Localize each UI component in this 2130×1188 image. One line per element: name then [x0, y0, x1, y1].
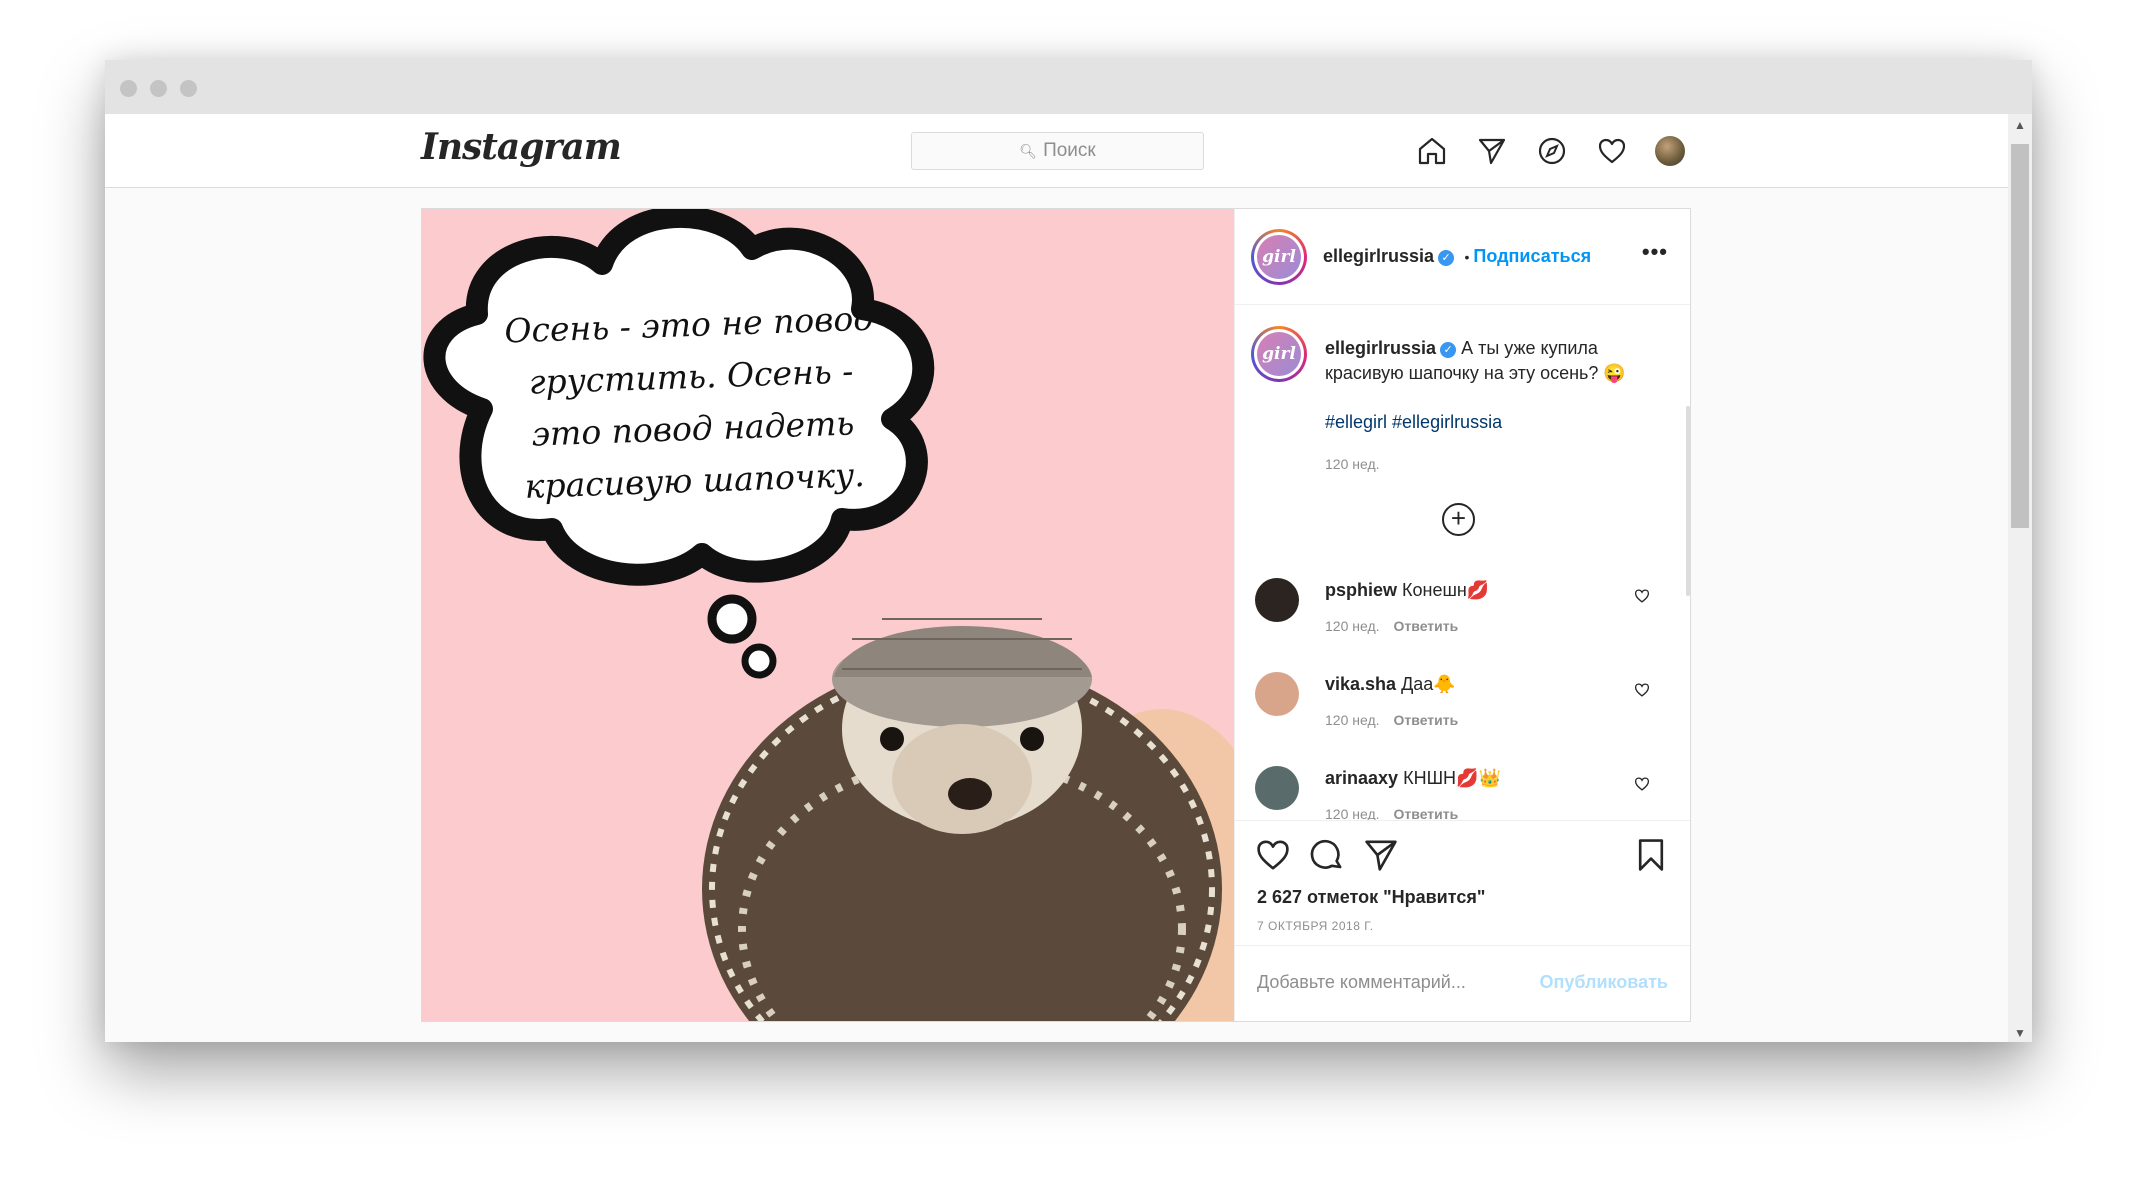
comment-like-icon[interactable] — [1634, 776, 1650, 792]
comment-username[interactable]: psphiew — [1325, 580, 1397, 600]
more-icon[interactable]: ••• — [1642, 239, 1668, 265]
scroll-down-icon[interactable]: ▼ — [2008, 1026, 2032, 1040]
explore-icon[interactable] — [1535, 134, 1569, 168]
comment-meta: 120 нед. Ответить — [1325, 712, 1458, 728]
author-username[interactable]: ellegirlrussia — [1323, 246, 1434, 266]
comment-time: 120 нед. — [1325, 712, 1380, 728]
caption-time: 120 нед. — [1325, 456, 1380, 472]
comments-scrollbar[interactable] — [1686, 406, 1690, 596]
top-nav: Instagram 🔍︎ Поиск — [105, 114, 2008, 188]
image-caption-text: Осень - это не повод грустить. Осень - э… — [503, 298, 875, 506]
nav-icons — [1415, 134, 1685, 168]
comment-meta: 120 нед. Ответить — [1325, 618, 1458, 634]
author-line: ellegirlrussia ✓ • Подписаться — [1323, 246, 1591, 267]
caption-avatar-logo: girl — [1257, 332, 1301, 376]
search-placeholder: Поиск — [1043, 140, 1096, 161]
share-icon[interactable] — [1363, 837, 1399, 873]
instagram-logo[interactable]: Instagram — [421, 126, 622, 168]
comment-text: КНШН💋👑 — [1403, 768, 1501, 788]
comment-text: Даа🐥 — [1401, 674, 1456, 694]
post-card: Осень - это не повод грустить. Осень - э… — [421, 208, 1691, 1022]
post-actions: 2 627 отметок "Нравится" 7 ОКТЯБРЯ 2018 … — [1235, 820, 1690, 945]
comment-text: Конешн💋 — [1402, 580, 1490, 600]
comment-item: psphiew Конешн💋 120 нед. Ответить — [1235, 578, 1690, 658]
add-comment-input[interactable]: Добавьте комментарий... — [1257, 972, 1466, 993]
comment-icon[interactable] — [1309, 837, 1345, 873]
caption-avatar[interactable]: girl — [1251, 326, 1307, 382]
comment-time: 120 нед. — [1325, 618, 1380, 634]
verified-icon: ✓ — [1440, 342, 1457, 358]
author-avatar[interactable]: girl — [1251, 229, 1307, 285]
comment-username[interactable]: arinaaxy — [1325, 768, 1398, 788]
post-sidebar: girl ellegirlrussia ✓ • Подписаться ••• gi… — [1234, 209, 1690, 1021]
post-author-header: girl ellegirlrussia ✓ • Подписаться ••• — [1235, 209, 1690, 305]
comment-body: vika.sha Даа🐥 — [1325, 674, 1456, 695]
comment-username[interactable]: vika.sha — [1325, 674, 1396, 694]
comment-like-icon[interactable] — [1634, 682, 1650, 698]
scrollbar-thumb[interactable] — [2011, 144, 2029, 528]
caption-username[interactable]: ellegirlrussia — [1325, 338, 1436, 358]
add-comment-bar: Добавьте комментарий... Опубликовать — [1235, 945, 1690, 1021]
heart-icon[interactable] — [1595, 134, 1629, 168]
search-input[interactable]: 🔍︎ Поиск — [911, 132, 1204, 170]
author-avatar-logo: girl — [1257, 235, 1301, 279]
like-icon[interactable] — [1255, 837, 1291, 873]
caption: ellegirlrussia ✓ А ты уже купила красивую… — [1325, 336, 1655, 386]
close-dot[interactable] — [120, 80, 137, 97]
caption-hashtags[interactable]: #ellegirl #ellegirlrussia — [1325, 412, 1502, 433]
comment-item: arinaaxy КНШН💋👑 120 нед. Ответить — [1235, 766, 1690, 820]
verified-icon: ✓ — [1438, 250, 1455, 266]
comment-body: arinaaxy КНШН💋👑 — [1325, 768, 1501, 789]
comment-like-icon[interactable] — [1634, 588, 1650, 604]
comment-item: vika.sha Даа🐥 120 нед. Ответить — [1235, 672, 1690, 752]
publish-button[interactable]: Опубликовать — [1539, 972, 1668, 993]
author-separator: • — [1464, 249, 1470, 265]
comment-avatar[interactable] — [1255, 672, 1299, 716]
search-icon: 🔍︎ — [1019, 142, 1038, 159]
home-icon[interactable] — [1415, 134, 1449, 168]
page-viewport: Instagram 🔍︎ Поиск Осень - это не повод … — [105, 114, 2008, 1042]
profile-avatar[interactable] — [1655, 136, 1685, 166]
bookmark-icon[interactable] — [1633, 837, 1669, 873]
comment-body: psphiew Конешн💋 — [1325, 580, 1489, 601]
reply-button[interactable]: Ответить — [1394, 712, 1459, 728]
page-scrollbar[interactable]: ▲ ▼ — [2008, 114, 2032, 1042]
window-titlebar — [105, 60, 2032, 114]
direct-icon[interactable] — [1475, 134, 1509, 168]
reply-button[interactable]: Ответить — [1394, 806, 1459, 820]
comment-meta: 120 нед. Ответить — [1325, 806, 1458, 820]
minimize-dot[interactable] — [150, 80, 167, 97]
comment-avatar[interactable] — [1255, 766, 1299, 810]
comment-time: 120 нед. — [1325, 806, 1380, 820]
maximize-dot[interactable] — [180, 80, 197, 97]
scroll-up-icon[interactable]: ▲ — [2008, 118, 2032, 132]
post-date: 7 ОКТЯБРЯ 2018 Г. — [1257, 919, 1374, 933]
likes-count[interactable]: 2 627 отметок "Нравится" — [1257, 887, 1485, 908]
add-icon[interactable]: + — [1442, 503, 1475, 536]
comments-list: girl ellegirlrussia ✓ А ты уже купила кра… — [1235, 306, 1690, 820]
post-image[interactable]: Осень - это не повод грустить. Осень - э… — [422, 209, 1234, 1021]
comment-avatar[interactable] — [1255, 578, 1299, 622]
browser-window: Instagram 🔍︎ Поиск Осень - это не повод … — [105, 60, 2032, 1042]
reply-button[interactable]: Ответить — [1394, 618, 1459, 634]
follow-button[interactable]: Подписаться — [1473, 246, 1591, 266]
